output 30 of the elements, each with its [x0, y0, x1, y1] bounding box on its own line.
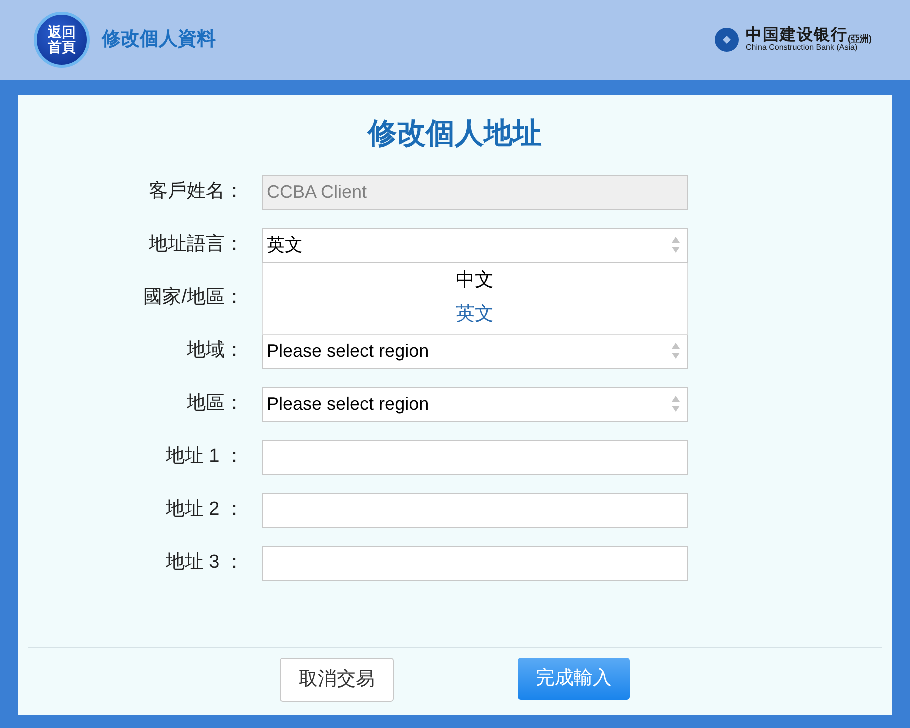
- up-down-arrows-icon: [671, 236, 681, 254]
- cancel-button[interactable]: 取消交易: [280, 658, 394, 702]
- field-label: 地址 1 ：: [166, 444, 244, 469]
- field-label: 地域：: [187, 338, 244, 363]
- select-value: Please select region: [267, 392, 430, 416]
- up-down-arrows-icon: [671, 342, 681, 360]
- field-label: 地址 2 ：: [166, 498, 244, 522]
- select-value: Please select region: [267, 340, 430, 363]
- field-label: 地址 3 ：: [166, 550, 244, 575]
- select-field[interactable]: 英文: [262, 228, 688, 262]
- up-down-arrows-icon: [671, 395, 681, 413]
- select-value: 英文: [267, 234, 303, 256]
- field-label: 客戶姓名：: [149, 180, 244, 204]
- dropdown-option[interactable]: 英文: [456, 301, 494, 329]
- logo-chinese-name: 中国建设银行: [746, 28, 848, 44]
- dropdown-option[interactable]: 中文: [456, 267, 494, 295]
- logo-english-name: China Construction Bank (Asia): [746, 44, 858, 52]
- text-field[interactable]: [262, 440, 688, 474]
- form-title: 修改個人地址: [366, 117, 543, 152]
- page-title: 修改個人資料: [102, 28, 216, 52]
- home-button[interactable]: 返回 首頁: [34, 12, 90, 68]
- select-field[interactable]: Please select region: [262, 386, 688, 422]
- text-field[interactable]: [262, 492, 688, 528]
- field-label: 國家/地區：: [144, 286, 244, 310]
- text-field[interactable]: [262, 546, 688, 580]
- logo-suffix: (亞洲): [848, 35, 872, 44]
- field-label: 地址語言：: [149, 232, 244, 257]
- field-label: 地區：: [187, 392, 244, 416]
- select-field[interactable]: Please select region: [262, 334, 688, 368]
- bank-logo-icon: [714, 27, 740, 53]
